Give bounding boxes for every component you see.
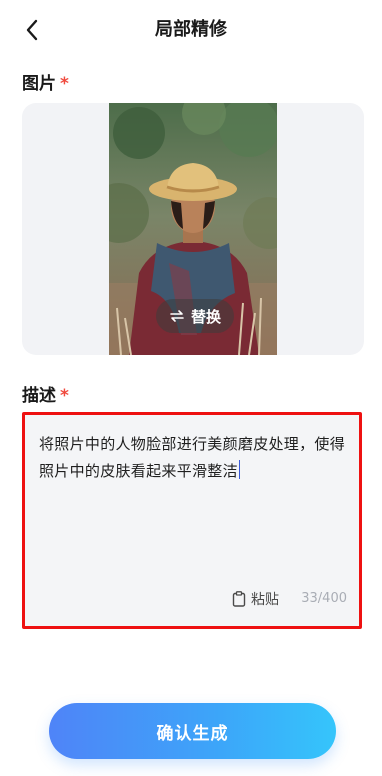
text-caret <box>238 460 241 479</box>
image-label-text: 图片 <box>22 74 56 94</box>
replace-image-button[interactable]: 替换 <box>156 299 234 333</box>
paste-button[interactable]: 粘贴 <box>232 589 279 609</box>
page: 局部精修 图片 * 替换 描述 * 将照片中的人物脸部进行美颜磨皮处理，使得照片… <box>0 0 382 776</box>
char-count: 33/400 <box>301 591 347 606</box>
description-label-text: 描述 <box>22 386 56 406</box>
page-title: 局部精修 <box>155 19 227 40</box>
description-text-wrap: 将照片中的人物脸部进行美颜磨皮处理，使得照片中的皮肤看起来平滑整洁 <box>39 431 353 485</box>
image-panel: 替换 <box>22 103 364 355</box>
description-section-label: 描述 * <box>22 381 69 406</box>
header: 局部精修 <box>0 0 382 56</box>
required-mark: * <box>60 74 69 94</box>
clipboard-icon <box>232 591 246 607</box>
uploaded-photo[interactable]: 替换 <box>109 103 277 355</box>
swap-arrows-icon <box>170 310 184 322</box>
confirm-generate-button[interactable]: 确认生成 <box>49 703 336 759</box>
paste-label: 粘贴 <box>251 592 279 608</box>
required-mark: * <box>60 386 69 406</box>
description-textarea[interactable]: 将照片中的人物脸部进行美颜磨皮处理，使得照片中的皮肤看起来平滑整洁 粘贴 33/… <box>22 412 362 629</box>
description-text: 将照片中的人物脸部进行美颜磨皮处理，使得照片中的皮肤看起来平滑整洁 <box>39 435 346 480</box>
replace-label: 替换 <box>190 307 221 326</box>
image-section-label: 图片 * <box>22 69 69 94</box>
